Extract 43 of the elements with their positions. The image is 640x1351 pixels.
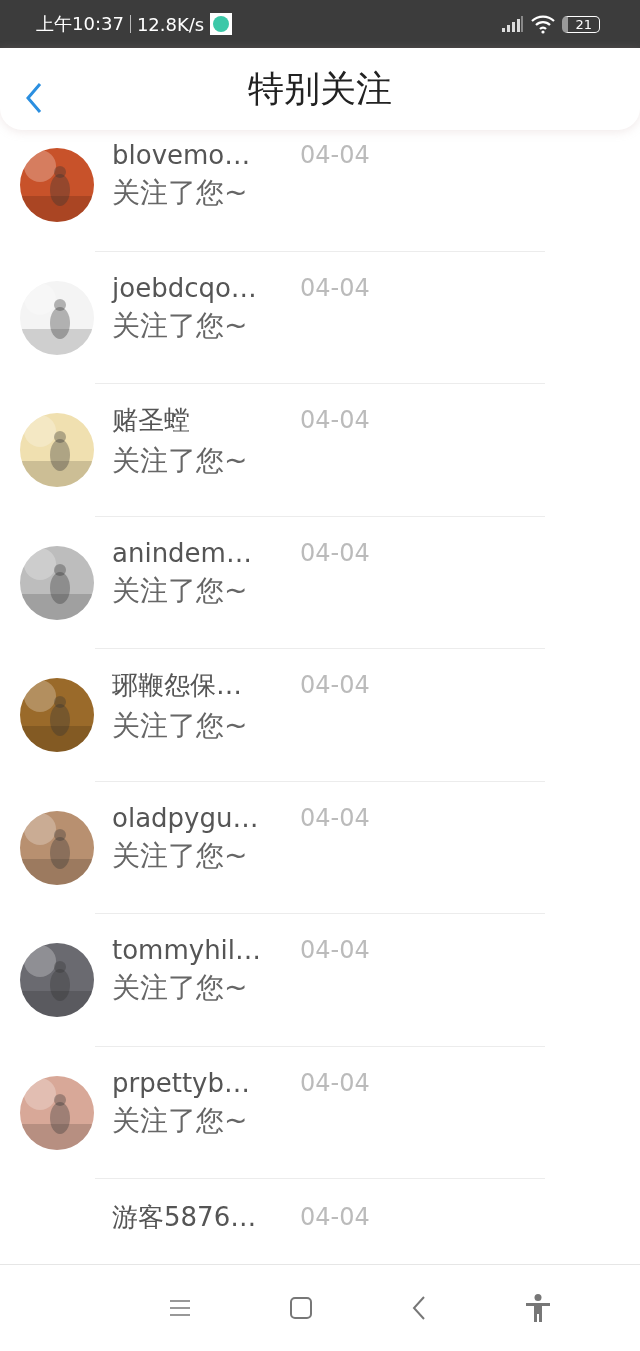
message: 关注了您~ xyxy=(112,175,249,212)
message: 关注了您~ xyxy=(112,307,249,344)
message: 关注了您~ xyxy=(112,442,249,479)
signal-icon xyxy=(502,16,525,32)
notification-item[interactable]: 琊鞭怨保… 04-04 关注了您~ xyxy=(0,649,640,782)
date: 04-04 xyxy=(300,1068,370,1097)
user-name: prpettyb… xyxy=(112,1067,251,1098)
battery-indicator: 21 xyxy=(562,15,600,33)
notification-item[interactable]: anindem… 04-04 关注了您~ xyxy=(0,516,640,649)
clock: 上午10:37 xyxy=(36,12,124,36)
wifi-icon xyxy=(530,14,557,34)
notification-item[interactable]: oladpygu… 04-04 关注了您~ xyxy=(0,781,640,914)
notification-item[interactable]: 游客5876… 04-04 xyxy=(0,1179,640,1264)
notification-item[interactable]: prpettyb… 04-04 关注了您~ xyxy=(0,1046,640,1179)
network-speed: 12.8K/s xyxy=(136,13,205,35)
date: 04-04 xyxy=(300,936,370,965)
notification-item[interactable]: tommyhil… 04-04 关注了您~ xyxy=(0,914,640,1047)
date: 04-04 xyxy=(300,406,370,435)
date: 04-04 xyxy=(300,671,370,700)
user-name: blovemo… xyxy=(112,140,252,171)
notification-item[interactable]: joebdcqo… 04-04 关注了您~ xyxy=(0,251,640,384)
user-name: 游客5876… xyxy=(112,1200,258,1234)
message: 关注了您~ xyxy=(112,707,249,744)
date: 04-04 xyxy=(300,803,370,832)
message: 关注了您~ xyxy=(112,572,249,609)
date: 04-04 xyxy=(300,273,370,302)
notification-item[interactable]: 赌圣螳 04-04 关注了您~ xyxy=(0,384,640,517)
user-name: 琊鞭怨保… xyxy=(112,668,243,702)
page-title: 特别关注 xyxy=(248,66,392,111)
message: 关注了您~ xyxy=(112,970,249,1007)
message: 关注了您~ xyxy=(112,1102,249,1139)
date: 04-04 xyxy=(300,1203,370,1232)
user-name: joebdcqo… xyxy=(112,272,258,303)
date: 04-04 xyxy=(300,141,370,170)
user-name: anindem… xyxy=(112,537,253,568)
app-icon xyxy=(210,13,233,35)
user-name: tommyhil… xyxy=(112,935,263,966)
user-name: oladpygu… xyxy=(112,802,260,833)
notification-item[interactable]: blovemo… 04-04 关注了您~ xyxy=(0,130,640,252)
date: 04-04 xyxy=(300,538,370,567)
back-icon[interactable] xyxy=(24,81,44,115)
user-name: 赌圣螳 xyxy=(112,403,191,437)
message: 关注了您~ xyxy=(112,837,249,874)
